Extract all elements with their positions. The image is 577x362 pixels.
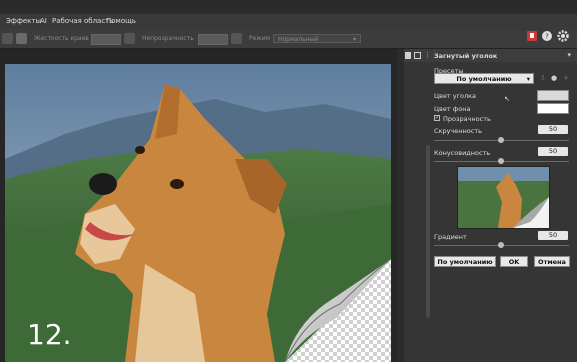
menu-workspace[interactable]: Рабочая область [52, 17, 113, 25]
curl-label: Скрученность [434, 127, 482, 135]
softness-field[interactable] [91, 34, 121, 45]
save-preset-icon[interactable]: ⇩ [540, 74, 546, 82]
menu-effects[interactable]: Эффекты [6, 17, 41, 25]
corner-color-label: Цвет уголка [434, 92, 477, 100]
panel-header: ⋮ Загнутый уголок ▾ [404, 49, 577, 62]
conic-slider-thumb[interactable] [498, 158, 504, 164]
opacity-label: Непрозрачность [142, 35, 194, 42]
options-toolbar: Жесткость краев Непрозрачность Режим Нор… [0, 30, 577, 49]
gradient-slider-thumb[interactable] [498, 242, 504, 248]
conic-label: Конусовидность [434, 149, 491, 157]
menu-bar: Эффекты AI Рабочая область Помощь [0, 14, 577, 30]
chevron-down-icon: ▾ [352, 36, 356, 43]
canvas-area [0, 49, 397, 362]
cancel-button[interactable]: Отмена [534, 256, 570, 267]
ok-button[interactable]: OK [500, 256, 528, 267]
conic-value-field[interactable]: 50 [538, 147, 568, 156]
cursor-icon: ↖ [504, 95, 510, 103]
chevron-down-icon: ▾ [526, 75, 530, 83]
blend-mode-value: Нормальный [278, 36, 319, 43]
default-button[interactable]: По умолчанию [434, 256, 496, 267]
panel-title: Загнутый уголок [434, 52, 498, 60]
svg-text:?: ? [545, 33, 549, 41]
blend-mode-select[interactable]: Нормальный ▾ [273, 34, 361, 43]
mode-label: Режим [249, 35, 271, 42]
preset-select[interactable]: По умолчанию ▾ [434, 73, 534, 84]
brush-icon[interactable] [16, 33, 27, 44]
panel-scrollbar[interactable] [426, 145, 430, 318]
gear-icon[interactable] [557, 30, 569, 42]
step-number: 12. [27, 318, 72, 351]
grid-icon[interactable] [414, 52, 421, 59]
opacity-field[interactable] [198, 34, 228, 45]
gradient-value-field[interactable]: 50 [538, 231, 568, 240]
bg-color-label: Цвет фона [434, 105, 471, 113]
softness-label: Жесткость краев [34, 35, 89, 42]
collapse-icon[interactable]: ▾ [567, 51, 571, 59]
bookmark-icon[interactable] [527, 31, 537, 41]
curl-slider-thumb[interactable] [498, 137, 504, 143]
bg-color-swatch[interactable] [537, 103, 569, 114]
menu-dots-icon[interactable]: ⋮ [424, 51, 431, 59]
corner-color-swatch[interactable] [537, 90, 569, 101]
gradient-label: Градиент [434, 233, 467, 241]
curl-value-field[interactable]: 50 [538, 125, 568, 134]
menu-ai[interactable]: AI [40, 17, 47, 25]
add-icon[interactable]: + [563, 74, 569, 82]
menu-help[interactable]: Помощь [106, 17, 136, 25]
tool-icon[interactable] [2, 33, 13, 44]
preview-thumbnail [457, 166, 550, 229]
pen-icon[interactable] [124, 33, 135, 44]
help-icon[interactable]: ? [542, 31, 552, 41]
top-right-icons: ? [527, 30, 571, 44]
user-icon[interactable]: ● [551, 74, 557, 82]
transparency-label: Прозрачность [443, 115, 491, 123]
document-icon[interactable] [405, 52, 411, 59]
pen2-icon[interactable] [231, 33, 242, 44]
preset-value: По умолчанию [456, 75, 512, 83]
transparency-checkbox[interactable]: ✓ [434, 115, 440, 121]
